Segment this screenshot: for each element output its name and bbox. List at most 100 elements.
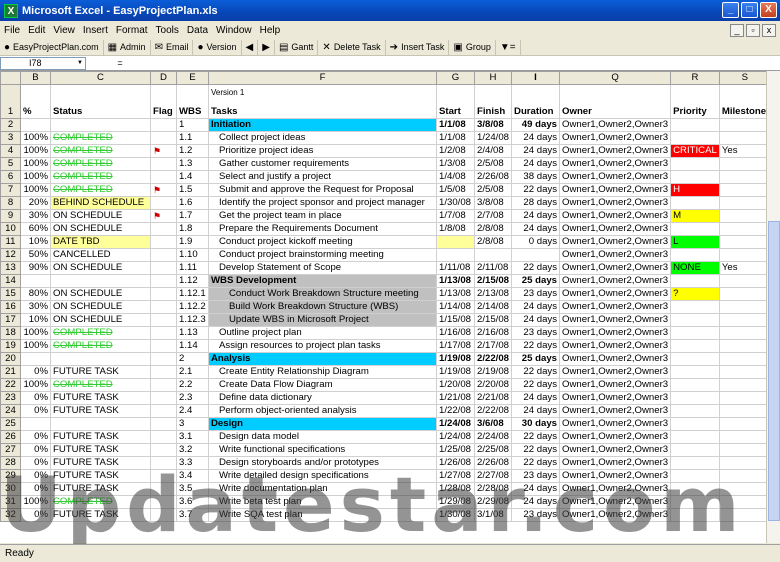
cell-owner[interactable]: Owner1,Owner2,Owner3 <box>559 131 672 145</box>
cell-task[interactable]: Prepare the Requirements Document <box>208 222 437 236</box>
cell-duration[interactable]: 24 days <box>511 157 561 171</box>
cell-percent[interactable]: 0% <box>20 456 51 470</box>
cell-priority[interactable] <box>670 313 720 327</box>
cell-percent[interactable]: 100% <box>20 326 51 340</box>
row-header[interactable]: 11 <box>0 235 21 249</box>
cell-percent[interactable]: 100% <box>20 183 51 197</box>
cell-wbs[interactable]: 3 <box>176 417 209 431</box>
cell-finish[interactable]: 2/19/08 <box>473 365 513 379</box>
cell-duration[interactable]: 22 days <box>511 456 561 470</box>
cell-priority[interactable]: CRITICAL <box>670 144 720 158</box>
cell-finish[interactable]: 2/8/08 <box>473 222 513 236</box>
cell-start[interactable]: 1/22/08 <box>436 404 475 418</box>
toolbar-button-admin[interactable]: ▦ Admin <box>104 39 151 55</box>
cell-task[interactable]: WBS Development <box>208 274 437 288</box>
doc-restore-icon[interactable]: ▫ <box>746 23 760 37</box>
cell-start[interactable]: 1/2/08 <box>436 144 475 158</box>
cell-duration[interactable]: 24 days <box>511 313 561 327</box>
cell-finish[interactable]: 2/16/08 <box>473 326 513 340</box>
cell-status[interactable]: FUTURE TASK <box>50 391 151 405</box>
cell-owner[interactable]: Owner1,Owner2,Owner3 <box>559 274 672 288</box>
col-header-h[interactable]: H <box>473 71 513 85</box>
cell-status[interactable]: COMPLETED <box>50 495 151 509</box>
cell-finish[interactable]: 2/11/08 <box>473 261 513 275</box>
cell-wbs[interactable]: 1.7 <box>176 209 209 223</box>
scroll-thumb[interactable] <box>768 221 780 521</box>
col-header-r[interactable]: R <box>670 71 720 85</box>
cell-percent[interactable] <box>20 352 51 366</box>
cell-flag[interactable] <box>150 261 177 275</box>
cell-wbs[interactable]: 1.9 <box>176 235 209 249</box>
row-header[interactable]: 9 <box>0 209 21 223</box>
cell-status[interactable]: FUTURE TASK <box>50 443 151 457</box>
cell-percent[interactable]: 100% <box>20 131 51 145</box>
doc-minimize-icon[interactable]: _ <box>730 23 744 37</box>
cell-milestone[interactable]: Yes <box>718 261 771 275</box>
cell-owner[interactable]: Owner1,Owner2,Owner3 <box>559 339 672 353</box>
cell-flag[interactable] <box>150 118 177 132</box>
cell-start[interactable]: 1/27/08 <box>436 469 475 483</box>
cell-status[interactable]: CANCELLED <box>50 248 151 262</box>
menu-window[interactable]: Window <box>212 25 256 36</box>
cell-start[interactable]: 1/3/08 <box>436 157 475 171</box>
cell-owner[interactable]: Owner1,Owner2,Owner3 <box>559 482 672 496</box>
cell-task[interactable]: Conduct Work Breakdown Structure meeting <box>208 287 437 301</box>
cell-owner[interactable]: Owner1,Owner2,Owner3 <box>559 157 672 171</box>
cell-wbs[interactable]: 3.1 <box>176 430 209 444</box>
cell-duration[interactable]: 22 days <box>511 261 561 275</box>
toolbar-button-insert-task[interactable]: ➔ Insert Task <box>386 39 450 55</box>
cell-status[interactable]: COMPLETED <box>50 378 151 392</box>
col-header-b[interactable]: B <box>20 71 51 85</box>
cell-duration[interactable]: 24 days <box>511 209 561 223</box>
cell-start[interactable]: 1/17/08 <box>436 339 475 353</box>
col-header-e[interactable]: E <box>176 71 209 85</box>
cell-percent[interactable] <box>20 274 51 288</box>
cell-status[interactable]: COMPLETED <box>50 144 151 158</box>
row-header[interactable]: 1 <box>0 84 21 119</box>
cell-owner[interactable]: Owner1,Owner2,Owner3 <box>559 456 672 470</box>
row-header[interactable]: 30 <box>0 482 21 496</box>
cell-start[interactable]: 1/13/08 <box>436 274 475 288</box>
cell-milestone[interactable] <box>718 287 771 301</box>
header-finish[interactable]: Finish <box>473 84 513 119</box>
cell-finish[interactable]: 2/15/08 <box>473 313 513 327</box>
cell-percent[interactable]: 0% <box>20 508 51 522</box>
cell-finish[interactable]: 2/5/08 <box>473 183 513 197</box>
cell-task[interactable]: Write SQA test plan <box>208 508 437 522</box>
cell-percent[interactable]: 0% <box>20 482 51 496</box>
cell-start[interactable]: 1/24/08 <box>436 430 475 444</box>
cell-start[interactable]: 1/30/08 <box>436 508 475 522</box>
cell-duration[interactable]: 23 days <box>511 326 561 340</box>
cell-priority[interactable] <box>670 469 720 483</box>
header-start[interactable]: Start <box>436 84 475 119</box>
cell-finish[interactable]: 2/26/08 <box>473 170 513 184</box>
cell-flag[interactable] <box>150 339 177 353</box>
menu-file[interactable]: File <box>0 25 24 36</box>
header-duration[interactable]: Duration <box>511 84 561 119</box>
cell-milestone[interactable] <box>718 131 771 145</box>
cell-priority[interactable]: L <box>670 235 720 249</box>
cell-finish[interactable]: 2/5/08 <box>473 157 513 171</box>
cell-percent[interactable]: 30% <box>20 300 51 314</box>
cell-wbs[interactable]: 1.1 <box>176 131 209 145</box>
row-header[interactable]: 14 <box>0 274 21 288</box>
cell-priority[interactable] <box>670 417 720 431</box>
cell-finish[interactable]: 3/1/08 <box>473 508 513 522</box>
menu-tools[interactable]: Tools <box>152 25 183 36</box>
cell-owner[interactable]: Owner1,Owner2,Owner3 <box>559 326 672 340</box>
cell-task[interactable]: Initiation <box>208 118 437 132</box>
cell-task[interactable]: Collect project ideas <box>208 131 437 145</box>
cell-wbs[interactable]: 1.2 <box>176 144 209 158</box>
cell-finish[interactable]: 2/22/08 <box>473 352 513 366</box>
cell-duration[interactable]: 22 days <box>511 378 561 392</box>
cell-status[interactable]: COMPLETED <box>50 183 151 197</box>
cell-status[interactable]: COMPLETED <box>50 326 151 340</box>
cell-flag[interactable]: ⚑ <box>150 209 177 223</box>
cell-duration[interactable]: 0 days <box>511 235 561 249</box>
toolbar-button-email[interactable]: ✉ Email <box>151 39 194 55</box>
cell-percent[interactable]: 100% <box>20 157 51 171</box>
row-header[interactable]: 18 <box>0 326 21 340</box>
cell-task[interactable]: Prioritize project ideas <box>208 144 437 158</box>
cell-milestone[interactable]: Yes <box>718 144 771 158</box>
cell-priority[interactable] <box>670 352 720 366</box>
